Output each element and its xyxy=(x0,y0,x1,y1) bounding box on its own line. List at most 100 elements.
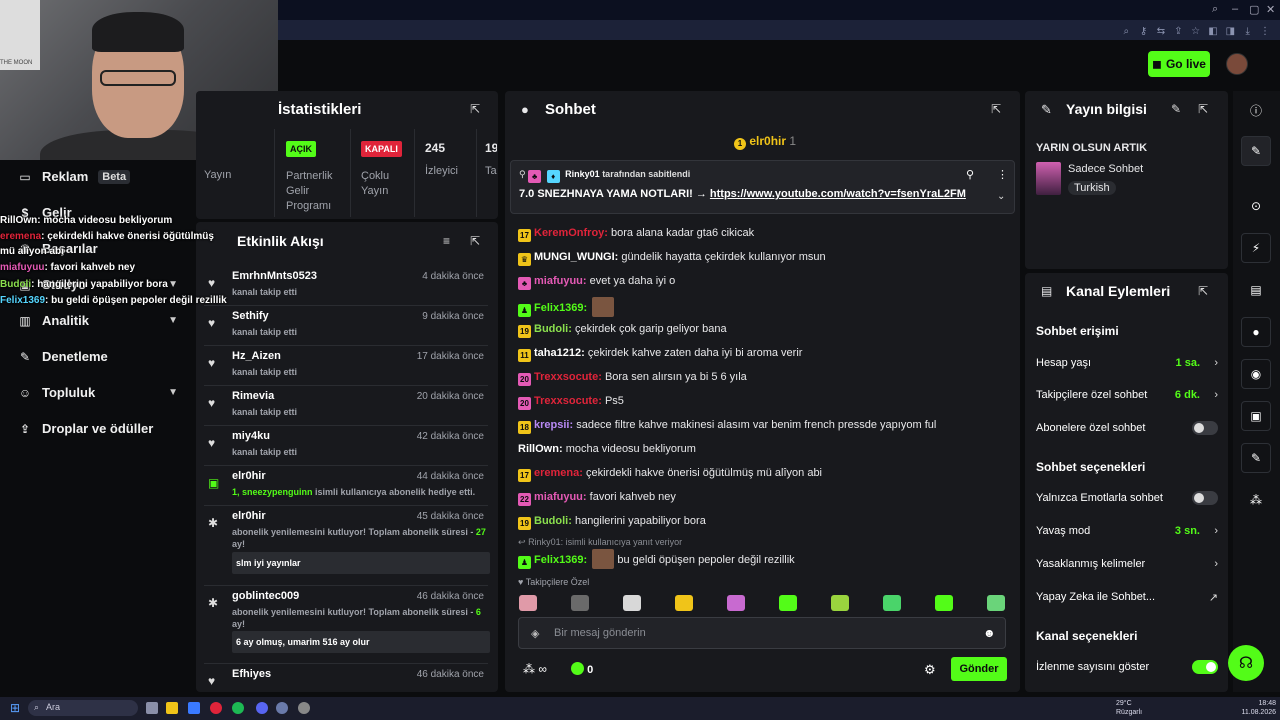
gear-icon[interactable]: ⚙ xyxy=(924,662,936,678)
zoom-icon[interactable]: ⌕ xyxy=(1119,26,1133,37)
minimize-icon[interactable]: – xyxy=(1232,3,1238,15)
more-icon[interactable]: ⋮ xyxy=(997,168,1008,181)
chat-message[interactable]: ♣ miafuyuu: evet ya daha iyi o xyxy=(518,274,675,290)
chat-username[interactable]: miafuyuu xyxy=(534,491,583,503)
feed-row[interactable]: ▣ elr0hir 44 dakika önce 1, sneezypengui… xyxy=(204,466,488,506)
layout-icon[interactable]: ▣ xyxy=(1241,401,1271,431)
windows-start-icon[interactable]: ⊞ xyxy=(10,701,20,715)
feed-row[interactable]: ♥ Rimevia 20 dakika önce kanalı takip et… xyxy=(204,386,488,426)
chat-username[interactable]: eremena xyxy=(534,467,579,479)
chat-username[interactable]: Trexxsocute xyxy=(534,371,598,383)
avatar[interactable] xyxy=(1226,53,1248,75)
chat-username[interactable]: miafuyuu xyxy=(534,275,583,287)
show-views-setting[interactable]: İzlenme sayısını göster xyxy=(1036,660,1218,674)
chat-message[interactable]: ♛ MUNGI_WUNGI: gündelik hayatta çekirdek … xyxy=(518,250,826,266)
info-icon[interactable]: ⓘ xyxy=(1241,95,1271,125)
emote-icon[interactable] xyxy=(519,595,537,611)
chat-username[interactable]: krepsii xyxy=(534,419,569,431)
taskbar-search[interactable]: ⌕ Ara xyxy=(28,700,138,716)
ai-chat-setting[interactable]: Yapay Zeka ile Sohbet... ↗ xyxy=(1036,591,1218,604)
subs-only-setting[interactable]: Abonelere özel sohbet xyxy=(1036,421,1218,435)
download-icon[interactable]: ⤓ xyxy=(1241,26,1255,37)
close-icon[interactable]: ✕ xyxy=(1266,3,1275,16)
sidebar-item-denetleme[interactable]: ✎ Denetleme xyxy=(18,349,178,364)
chat-message[interactable]: ♟ Felix1369: bu geldi öpüşen pepoler deği… xyxy=(518,549,795,569)
chat-message[interactable]: 18 krepsii: sadece filtre kahve makinesi … xyxy=(518,418,936,434)
emote-icon[interactable] xyxy=(883,595,901,611)
chat-message[interactable]: 17 KeremOnfroy: bora alana kadar gta6 cik… xyxy=(518,226,754,242)
opera-icon[interactable] xyxy=(210,702,222,714)
emote-icon[interactable] xyxy=(727,595,745,611)
chat-message[interactable]: RillOwn: mocha videosu bekliyorum xyxy=(518,442,696,456)
account-age-setting[interactable]: Hesap yaşı 1 sa. › xyxy=(1036,357,1218,369)
emote-icon[interactable] xyxy=(675,595,693,611)
store-icon[interactable] xyxy=(188,702,200,714)
emote-only-setting[interactable]: Yalnızca Emotlarla sohbet xyxy=(1036,491,1218,505)
emote-icon[interactable] xyxy=(987,595,1005,611)
popout-icon[interactable]: ⇱ xyxy=(1198,102,1208,116)
emote-icon[interactable] xyxy=(623,595,641,611)
emoji-icon[interactable]: ☻ xyxy=(983,626,996,640)
star-icon[interactable]: ☆ xyxy=(1189,26,1203,37)
feed-row[interactable]: ♥ EmrhnMnts0523 4 dakika önce kanalı tak… xyxy=(204,266,488,306)
feed-row[interactable]: ♥ miy4ku 42 dakika önce kanalı takip ett… xyxy=(204,426,488,466)
chat-username[interactable]: KeremOnfroy xyxy=(534,227,604,239)
feed-row[interactable]: ♥ Sethify 9 dakika önce kanalı takip ett… xyxy=(204,306,488,346)
feed-row[interactable]: ♥ Efhiyes 46 dakika önce xyxy=(204,664,488,690)
chat-message[interactable]: 19 Budoli: çekirdek çok garip geliyor ban… xyxy=(518,322,727,338)
extension-icon[interactable]: ◨ xyxy=(1223,26,1237,37)
emote-only-toggle[interactable] xyxy=(1192,491,1218,505)
feed-row[interactable]: ♥ Hz_Aizen 17 dakika önce kanalı takip e… xyxy=(204,346,488,386)
sidebar-item-reklam[interactable]: ▭ Reklam Beta xyxy=(18,169,178,184)
translate-icon[interactable]: ⇆ xyxy=(1154,26,1168,37)
chat-username[interactable]: Budoli xyxy=(534,323,568,335)
pinned-link[interactable]: https://www.youtube.com/watch?v=fsenYraL… xyxy=(710,188,966,200)
task-view-icon[interactable] xyxy=(146,702,158,714)
sidebar-item-analitik[interactable]: ▥ Analitik ▼ xyxy=(18,313,178,328)
support-button[interactable]: ☊ xyxy=(1228,645,1264,681)
wrench-icon[interactable]: ✎ xyxy=(1241,443,1271,473)
chat-username[interactable]: taha1212 xyxy=(534,347,581,359)
emote-icon[interactable] xyxy=(831,595,849,611)
popout-icon[interactable]: ⇱ xyxy=(470,234,480,248)
chat-message[interactable]: 22 miafuyuu: favori kahveb ney xyxy=(518,490,676,506)
spotify-icon[interactable] xyxy=(232,702,244,714)
lightning-icon[interactable]: ⚡ xyxy=(1241,233,1271,263)
emote-icon[interactable] xyxy=(779,595,797,611)
sidebar-item-droplar[interactable]: ⇪ Droplar ve ödüller xyxy=(18,421,178,436)
broadcast-icon[interactable]: ◉ xyxy=(1241,359,1271,389)
pinned-message[interactable]: ⚲ ♣ ♦ Rinky01 tarafından sabitlendi 7.0 … xyxy=(510,160,1015,214)
chat-message[interactable]: 20 Trexxsocute: Bora sen alırsın ya bi 5 … xyxy=(518,370,747,386)
extension-icon[interactable]: ◧ xyxy=(1206,26,1220,37)
sidebar-item-topluluk[interactable]: ☺ Topluluk ▼ xyxy=(18,385,178,400)
clock[interactable]: 18:48 11.08.2026 xyxy=(1236,699,1276,717)
chat-icon[interactable]: ● xyxy=(1241,317,1271,347)
popout-icon[interactable]: ⇱ xyxy=(470,102,480,116)
points-indicator[interactable]: ⁂ ∞ xyxy=(523,662,547,676)
popout-icon[interactable]: ⇱ xyxy=(991,102,1001,116)
chat-username[interactable]: MUNGI_WUNGI xyxy=(534,251,615,263)
steam-icon[interactable] xyxy=(276,702,288,714)
obs-icon[interactable] xyxy=(298,702,310,714)
discord-icon[interactable] xyxy=(256,702,268,714)
chat-message[interactable]: 20 Trexxsocute: Ps5 xyxy=(518,394,624,410)
menu-icon[interactable]: ⋮ xyxy=(1258,26,1272,37)
feed-row[interactable]: ✱ goblintec009 46 dakika önce abonelik y… xyxy=(204,586,490,664)
chevron-down-icon[interactable]: ⌄ xyxy=(997,191,1005,202)
show-views-toggle[interactable] xyxy=(1192,660,1218,674)
folder-icon[interactable] xyxy=(166,702,178,714)
subs-only-toggle[interactable] xyxy=(1192,421,1218,435)
popout-icon[interactable]: ⇱ xyxy=(1198,284,1208,298)
search-icon[interactable]: ⌕ xyxy=(1212,3,1218,16)
chat-username[interactable]: Budoli xyxy=(534,515,568,527)
key-icon[interactable]: ⚷ xyxy=(1137,26,1151,37)
kick-coins[interactable]: 0 xyxy=(571,662,593,676)
chat-username[interactable]: Trexxsocute xyxy=(534,395,598,407)
chat-message[interactable]: 17 eremena: çekirdekli hakve önerisi öğüt… xyxy=(518,466,822,482)
banned-words-setting[interactable]: Yasaklanmış kelimeler › xyxy=(1036,558,1218,570)
go-live-button[interactable]: ◼ Go live xyxy=(1148,51,1210,77)
chat-username[interactable]: Felix1369 xyxy=(534,302,584,314)
filter-icon[interactable]: ≡ xyxy=(443,234,450,248)
followers-only-setting[interactable]: Takipçilere özel sohbet 6 dk. › xyxy=(1036,389,1218,401)
pin-icon[interactable]: ⚲ xyxy=(966,168,974,181)
